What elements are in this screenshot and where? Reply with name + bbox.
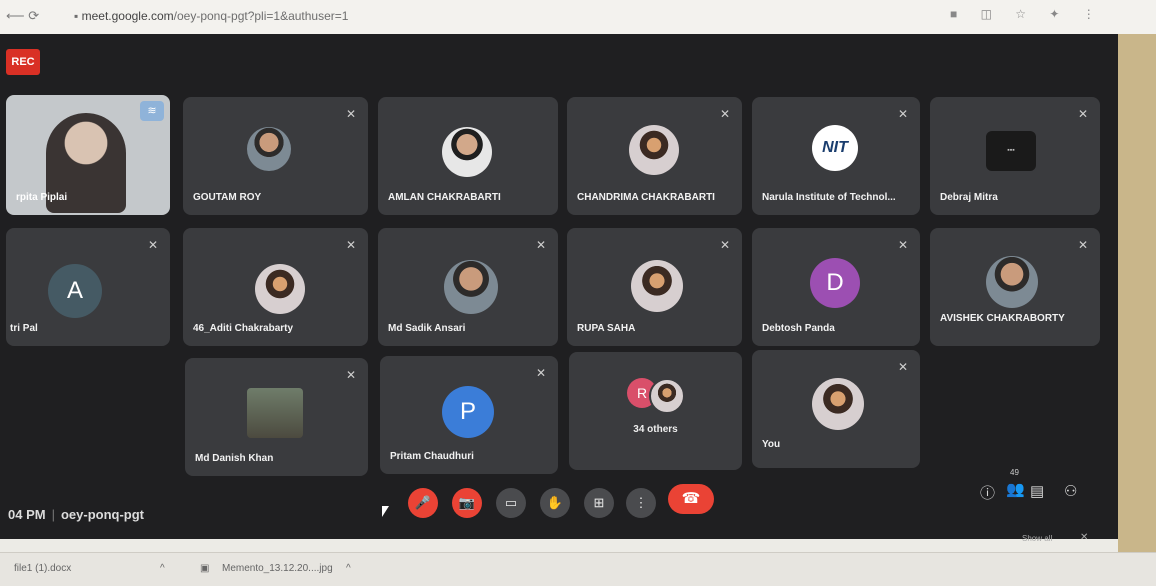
participant-name: AVISHEK CHAKRABORTY — [940, 313, 1065, 324]
mic-muted-icon: ✕ — [1077, 238, 1089, 252]
avatar: ▪▪▪ — [986, 131, 1036, 171]
leave-call-button[interactable]: ☎ — [668, 484, 714, 514]
self-tile[interactable]: ✕ You — [752, 350, 920, 468]
mic-muted-icon: ✕ — [345, 238, 357, 252]
participant-tile[interactable]: AMLAN CHAKRABARTI — [378, 97, 558, 215]
avatar: A — [48, 264, 102, 318]
download-item[interactable]: file1 (1).docx — [14, 563, 71, 574]
mic-muted-icon: ✕ — [345, 368, 357, 382]
download-item[interactable]: Memento_13.12.20....jpg — [222, 563, 333, 574]
mic-muted-icon: ✕ — [345, 107, 357, 121]
participant-name: tri Pal — [10, 323, 38, 334]
participant-tile[interactable]: ✕ GOUTAM ROY — [183, 97, 368, 215]
download-shelf-controls: Show all ✕ — [1000, 530, 1118, 548]
close-icon[interactable]: ✕ — [1080, 532, 1088, 543]
participant-name: CHANDRIMA CHAKRABARTI — [577, 192, 715, 203]
participant-tile[interactable]: ▪▪▪ ✕ Debraj Mitra — [930, 97, 1100, 215]
browser-toolbar: ⟵ ⟳ ▪ meet.google.com/oey-ponq-pgt?pli=1… — [0, 0, 1156, 35]
participant-name: Debtosh Panda — [762, 323, 835, 334]
avatar — [631, 260, 683, 312]
more-options-button[interactable]: ⋮ — [626, 488, 656, 518]
meeting-time: 04 PM — [8, 507, 46, 522]
participant-tile[interactable]: ≋ rpita Piplai — [6, 95, 170, 215]
mouse-pointer-icon — [382, 506, 389, 517]
participant-tile[interactable]: P ✕ Pritam Chaudhuri — [380, 356, 558, 474]
url-host: meet.google.com — [81, 9, 174, 23]
speaking-indicator-icon: ≋ — [140, 101, 164, 121]
participant-tile[interactable]: ✕ AVISHEK CHAKRABORTY — [930, 228, 1100, 346]
people-glyph: 👥 — [1006, 481, 1025, 498]
mic-muted-icon: ✕ — [719, 238, 731, 252]
self-avatar — [812, 378, 864, 430]
participant-tile[interactable]: ✕ CHANDRIMA CHAKRABARTI — [567, 97, 742, 215]
meeting-details[interactable]: 04 PM | oey-ponq-pgt — [8, 507, 144, 522]
avatar — [444, 260, 498, 314]
participant-name: Md Danish Khan — [195, 453, 274, 464]
participant-name: You — [762, 439, 781, 450]
download-shelf: file1 (1).docx ^ ▣ Memento_13.12.20....j… — [0, 552, 1156, 586]
address-bar[interactable]: ▪ meet.google.com/oey-ponq-pgt?pli=1&aut… — [74, 6, 534, 26]
others-tile[interactable]: R 34 others — [569, 352, 742, 470]
participant-name: GOUTAM ROY — [193, 192, 262, 203]
present-now-button[interactable]: ⊞ — [584, 488, 614, 518]
people-icon[interactable]: 49 👥 — [1006, 468, 1025, 498]
mic-muted-icon: ✕ — [1077, 107, 1089, 121]
mic-toggle-button[interactable]: 🎤 — [408, 488, 438, 518]
others-count: 34 others — [633, 424, 678, 435]
mic-muted-icon: ✕ — [535, 366, 547, 380]
institute-logo: NIT — [812, 125, 858, 171]
participant-tile[interactable]: ✕ RUPA SAHA — [567, 228, 742, 346]
raise-hand-button[interactable]: ✋ — [540, 488, 570, 518]
avatar — [442, 127, 492, 177]
mic-muted-icon: ✕ — [535, 238, 547, 252]
participant-tile[interactable]: ✕ 46_Aditi Chakrabarty — [183, 228, 368, 346]
browser-action-icons[interactable]: ■ ◫ ☆ ✦ ⋮ — [950, 7, 1105, 21]
activities-icon[interactable]: ⚇ — [1064, 482, 1077, 500]
mic-muted-icon: ✕ — [897, 238, 909, 252]
file-icon: ▣ — [200, 563, 210, 574]
show-all-link[interactable]: Show all — [1022, 534, 1052, 543]
avatar — [629, 125, 679, 175]
participant-count-badge: 49 — [1010, 468, 1019, 477]
mic-muted-icon: ✕ — [897, 360, 909, 374]
mic-muted-icon: ✕ — [719, 107, 731, 121]
mic-muted-icon: ✕ — [897, 107, 909, 121]
separator: | — [51, 507, 55, 522]
captions-button[interactable]: ▭ — [496, 488, 526, 518]
info-icon[interactable]: ⓘ — [980, 482, 995, 503]
avatar — [649, 378, 685, 414]
participant-name: Debraj Mitra — [940, 192, 998, 203]
participant-tile[interactable]: ✕ Md Danish Khan — [185, 358, 368, 476]
participant-name: 46_Aditi Chakrabarty — [193, 323, 294, 334]
browser-nav-buttons[interactable]: ⟵ ⟳ — [6, 8, 39, 24]
chat-icon[interactable]: ▤ — [1030, 482, 1044, 500]
participant-tile[interactable]: NIT ✕ Narula Institute of Technol... — [752, 97, 920, 215]
avatar — [986, 256, 1038, 308]
avatar — [247, 127, 291, 171]
participant-name: AMLAN CHAKRABARTI — [388, 192, 501, 203]
chevron-up-icon[interactable]: ^ — [160, 563, 165, 574]
recording-badge: REC — [6, 49, 40, 75]
participant-tile[interactable]: A ✕ tri Pal — [6, 228, 170, 346]
avatar: P — [442, 386, 494, 438]
avatar — [255, 264, 305, 314]
participant-name: Narula Institute of Technol... — [762, 192, 896, 203]
participant-tile[interactable]: D ✕ Debtosh Panda — [752, 228, 920, 346]
avatar: D — [810, 258, 860, 308]
desk-background — [1118, 34, 1156, 552]
chevron-up-icon[interactable]: ^ — [346, 563, 351, 574]
participant-name: RUPA SAHA — [577, 323, 636, 334]
avatar — [247, 388, 303, 438]
url-path: /oey-ponq-pgt?pli=1&authuser=1 — [173, 9, 349, 23]
camera-toggle-button[interactable]: 📷 — [452, 488, 482, 518]
url-lock-icon: ▪ — [74, 9, 82, 23]
participant-name: Pritam Chaudhuri — [390, 451, 474, 462]
meeting-code: oey-ponq-pgt — [60, 507, 145, 522]
participant-tile[interactable]: ✕ Md Sadik Ansari — [378, 228, 558, 346]
participant-name: Md Sadik Ansari — [388, 323, 466, 334]
mic-muted-icon: ✕ — [147, 238, 159, 252]
participant-name: rpita Piplai — [16, 192, 68, 203]
